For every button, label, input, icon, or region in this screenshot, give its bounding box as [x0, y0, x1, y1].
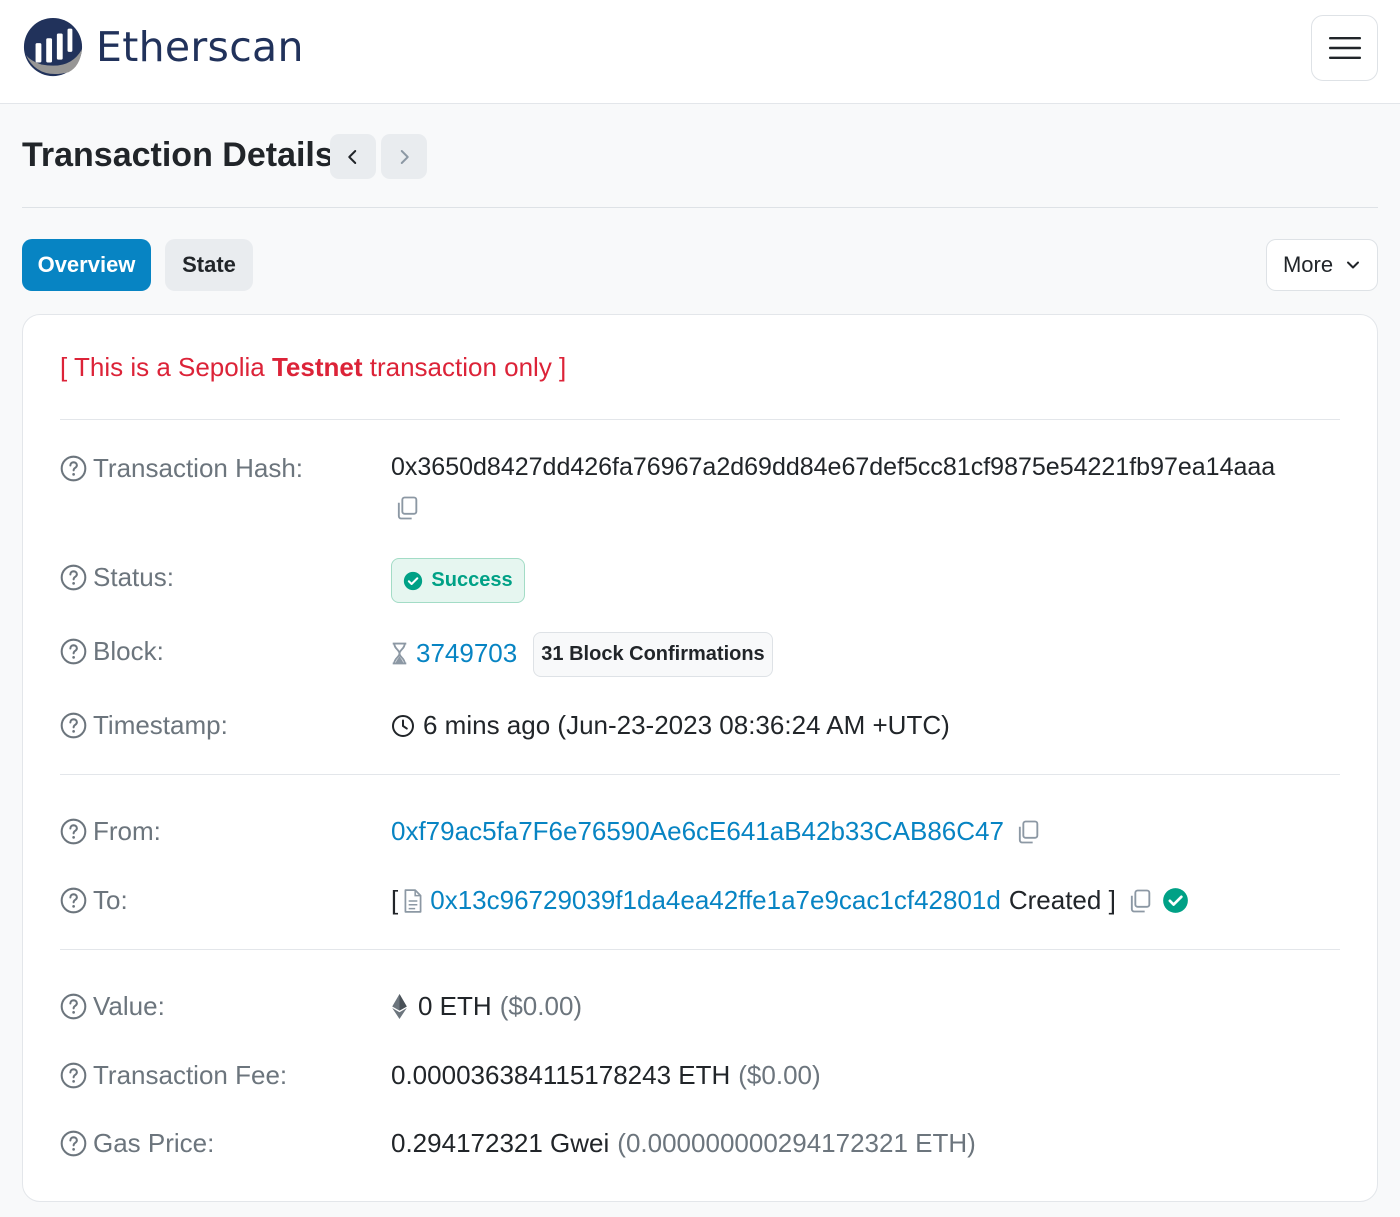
from-label: From:	[60, 816, 161, 847]
status-badge: Success	[391, 558, 525, 603]
question-circle-icon[interactable]	[60, 1062, 87, 1089]
from-address-link[interactable]: 0xf79ac5fa7F6e76590Ae6cE641aB42b33CAB86C…	[391, 816, 1004, 847]
more-dropdown-button[interactable]: More	[1266, 239, 1378, 291]
gas-price-value: 0.294172321 Gwei (0.000000000294172321 E…	[391, 1128, 976, 1158]
next-transaction-button[interactable]	[381, 134, 427, 179]
tx-hash-label: Transaction Hash:	[60, 453, 303, 484]
etherscan-logo[interactable]: Etherscan	[22, 16, 304, 78]
gas-price-label: Gas Price:	[60, 1128, 214, 1159]
clock-icon	[392, 714, 414, 737]
etherscan-logo-mark	[23, 17, 83, 77]
question-circle-icon[interactable]	[60, 993, 87, 1020]
chevron-left-icon	[348, 149, 357, 164]
top-header: Etherscan	[0, 0, 1400, 104]
fee-value: 0.000036384115178243 ETH ($0.00)	[391, 1060, 821, 1090]
question-circle-icon[interactable]	[60, 818, 87, 845]
question-circle-icon[interactable]	[60, 638, 87, 665]
block-confirmations-badge: 31 Block Confirmations	[533, 632, 773, 677]
check-circle-icon	[403, 571, 423, 591]
page-title: Transaction Details	[22, 136, 334, 174]
question-circle-icon[interactable]	[60, 1130, 87, 1157]
file-icon	[404, 888, 422, 913]
testnet-notice-emphasis: Testnet	[271, 352, 363, 382]
to-label: To:	[60, 885, 128, 916]
fee-label: Transaction Fee:	[60, 1060, 287, 1091]
from-value: 0xf79ac5fa7F6e76590Ae6cE641aB42b33CAB86C…	[391, 816, 1042, 847]
ethereum-icon	[392, 994, 407, 1019]
copy-icon[interactable]	[1014, 818, 1042, 846]
tab-overview[interactable]: Overview	[22, 239, 151, 291]
testnet-notice-suffix: transaction only ]	[362, 352, 567, 382]
chevron-right-icon	[400, 149, 409, 164]
status-label: Status:	[60, 562, 174, 593]
timestamp-label: Timestamp:	[60, 710, 228, 741]
section-divider	[60, 949, 1340, 950]
testnet-notice: [ This is a Sepolia Testnet transaction …	[60, 352, 566, 383]
section-divider	[60, 419, 1340, 420]
hourglass-icon	[392, 642, 407, 665]
question-circle-icon[interactable]	[60, 564, 87, 591]
timestamp-value: 6 mins ago (Jun-23-2023 08:36:24 AM +UTC…	[391, 710, 950, 741]
copy-icon[interactable]	[393, 494, 421, 522]
more-label: More	[1282, 252, 1334, 277]
section-divider	[60, 774, 1340, 775]
brand-name: Etherscan	[96, 23, 304, 71]
contract-created-text: Created ]	[1008, 885, 1116, 915]
testnet-notice-prefix: [ This is a Sepolia	[60, 352, 272, 382]
hamburger-menu-button[interactable]	[1311, 15, 1378, 81]
copy-icon[interactable]	[1126, 887, 1154, 915]
question-circle-icon[interactable]	[60, 455, 87, 482]
question-circle-icon[interactable]	[60, 887, 87, 914]
question-circle-icon[interactable]	[60, 712, 87, 739]
block-label: Block:	[60, 636, 164, 667]
check-circle-icon	[1162, 887, 1189, 914]
to-open-bracket: [	[391, 885, 399, 915]
contract-address-link[interactable]: 0x13c96729039f1da4ea42ffe1a7e9cac1cf4280…	[430, 885, 1001, 916]
block-number-link[interactable]: 3749703	[416, 638, 517, 669]
tx-hash-value: 0x3650d8427dd426fa76967a2d69dd84e67def5c…	[391, 453, 1276, 481]
previous-transaction-button[interactable]	[330, 134, 376, 179]
title-divider	[22, 207, 1378, 208]
status-text: Success	[431, 569, 513, 591]
block-value: 3749703	[391, 638, 517, 669]
value-amount: 0 ETH ($0.00)	[391, 991, 582, 1022]
chevron-down-icon	[1347, 261, 1360, 269]
to-value: [ 0x13c96729039f1da4ea42ffe1a7e9cac1cf42…	[391, 885, 1189, 916]
tab-state[interactable]: State	[165, 239, 253, 291]
hamburger-icon	[1328, 37, 1361, 59]
value-label: Value:	[60, 991, 165, 1022]
